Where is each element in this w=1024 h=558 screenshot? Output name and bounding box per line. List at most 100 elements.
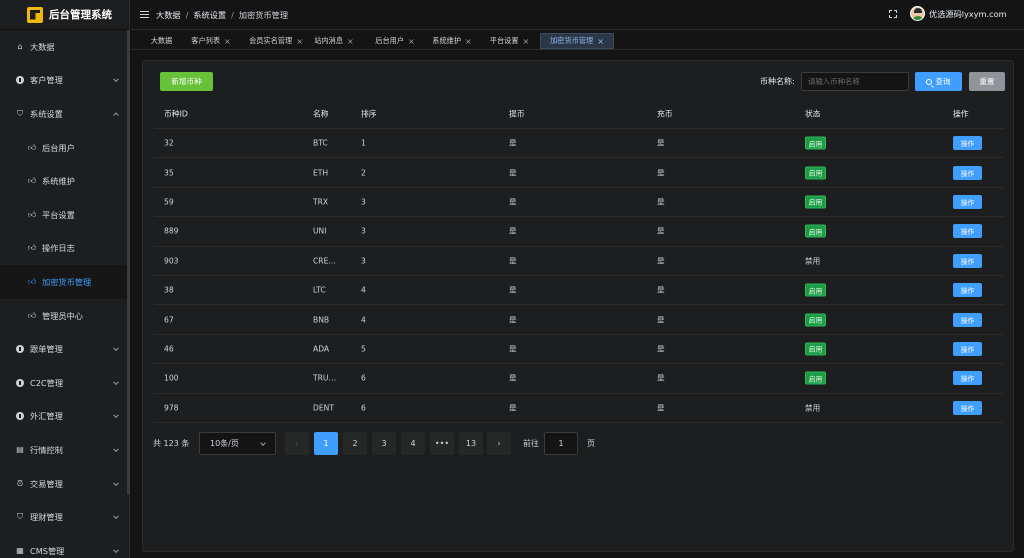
cell-deposit: 是 <box>657 197 665 207</box>
operate-button[interactable]: 操作 <box>953 253 982 268</box>
sidebar-item-label: 系统设置 <box>30 108 63 119</box>
table-row: 903 CRE… 3 是 是 禁用 操作 <box>154 247 1004 276</box>
sidebar-item-label: CMS管理 <box>30 545 65 556</box>
user-name[interactable]: 优选源码lyxym.com <box>929 8 1007 20</box>
cell-name: UNI <box>313 226 327 236</box>
sidebar-item[interactable]: 👍︎ 后台用户 <box>0 131 129 165</box>
cell-deposit: 是 <box>657 256 665 266</box>
cell-sort: 6 <box>361 373 366 383</box>
tags-bar: 大数据 客户列表 × 会员实名管理 × 站内消息 × 后台用户 × 系统维护 × 平台设置 × 加密货币管… <box>131 30 1024 50</box>
operate-button[interactable]: 操作 <box>953 165 982 180</box>
thumb-icon: 👍︎ <box>27 243 37 253</box>
tab[interactable]: 平台设置 × <box>485 33 534 49</box>
sidebar-item[interactable]: 外汇管理 <box>0 400 129 434</box>
sidebar-item[interactable]: 客户管理 <box>0 64 129 98</box>
breadcrumb-item[interactable]: 大数据 <box>156 9 181 21</box>
sidebar-item-label: C2C管理 <box>30 377 64 388</box>
operate-button[interactable]: 操作 <box>953 224 982 239</box>
next-page-button[interactable]: › <box>487 432 511 455</box>
user-menu[interactable]: 优选源码lyxym.com <box>910 6 1007 21</box>
sidebar-item[interactable]: ▤ 行情控制 <box>0 433 129 467</box>
sidebar-item[interactable]: ⏰︎ 交易管理 <box>0 467 129 501</box>
page-button[interactable]: 1 <box>314 432 338 455</box>
search-icon <box>926 78 933 85</box>
calendar-icon: ▤ <box>16 445 24 455</box>
cell-withdraw: 是 <box>509 197 517 207</box>
cell-sort: 3 <box>361 197 366 207</box>
sidebar-item[interactable]: C2C管理 <box>0 366 129 400</box>
cell-id: 46 <box>164 344 174 354</box>
operate-button[interactable]: 操作 <box>953 341 982 356</box>
reset-button[interactable]: 重置 <box>969 72 1005 91</box>
cell-deposit: 是 <box>657 226 665 236</box>
sidebar-item[interactable]: 👍︎ 操作日志 <box>0 232 129 266</box>
chevron-down-icon <box>260 440 266 446</box>
goto-page-input[interactable] <box>544 432 578 455</box>
cell-withdraw: 是 <box>509 344 517 354</box>
menu-toggle-icon[interactable] <box>140 11 149 18</box>
close-icon[interactable]: × <box>224 37 231 46</box>
chevron-down-icon <box>113 513 119 520</box>
tab[interactable]: 大数据 <box>142 33 181 49</box>
column-header: 币种ID <box>164 109 188 119</box>
cell-id: 889 <box>164 226 179 236</box>
sidebar-scrollbar[interactable] <box>127 30 130 495</box>
operate-button[interactable]: 操作 <box>953 283 982 298</box>
operate-button[interactable]: 操作 <box>953 136 982 151</box>
status-badge: 启用 <box>805 166 826 180</box>
thumb-icon: 👍︎ <box>27 276 37 286</box>
page-size-select[interactable]: 10条/页 <box>199 432 276 455</box>
close-icon[interactable]: × <box>408 37 415 46</box>
page-button[interactable]: 2 <box>343 432 367 455</box>
sidebar-item[interactable]: 👍︎ 平台设置 <box>0 198 129 232</box>
top-header: 大数据 / 系统设置 / 加密货币管理 优选源码lyxym.com <box>131 0 1024 30</box>
sidebar-item[interactable]: ▦ CMS管理 <box>0 534 129 558</box>
sidebar-item[interactable]: 👍︎ 加密货币管理 <box>0 265 129 299</box>
page-button[interactable]: 13 <box>459 432 483 455</box>
tab[interactable]: 系统维护 × <box>427 33 477 49</box>
sidebar-item[interactable]: 跟单管理 <box>0 332 129 366</box>
sidebar-menu: ⌂ 大数据 客户管理 ⛉ 系统设置 👍︎ 后台用户 👍︎ 系统维护 👍︎ 平台设置 👍︎ 操作日志 👍︎ 加… <box>0 30 129 558</box>
add-currency-button[interactable]: 新增币种 <box>160 72 213 91</box>
avatar[interactable] <box>910 6 925 21</box>
page-button[interactable]: 4 <box>401 432 425 455</box>
close-icon[interactable]: × <box>465 37 472 46</box>
fullscreen-icon[interactable] <box>889 10 897 18</box>
app-title: 后台管理系统 <box>49 9 112 21</box>
more-pages-button[interactable]: ••• <box>430 432 454 455</box>
sidebar-item-label: 管理员中心 <box>42 310 83 321</box>
sidebar-item[interactable]: 👍︎ 系统维护 <box>0 164 129 198</box>
operate-button[interactable]: 操作 <box>953 371 982 386</box>
prev-page-button[interactable]: ‹ <box>285 432 309 455</box>
tab[interactable]: 客户列表 × <box>183 33 239 49</box>
cell-sort: 3 <box>361 226 366 236</box>
currency-name-input[interactable] <box>801 72 909 91</box>
close-icon[interactable]: × <box>296 37 303 46</box>
sidebar-item[interactable]: ⛉ 理财管理 <box>0 500 129 534</box>
close-icon[interactable]: × <box>523 37 530 46</box>
sidebar-item[interactable]: ⌂ 大数据 <box>0 30 129 64</box>
query-button[interactable]: 查询 <box>915 72 962 91</box>
breadcrumb-current: 加密货币管理 <box>238 9 289 20</box>
operate-button[interactable]: 操作 <box>953 400 982 415</box>
page-button[interactable]: 3 <box>372 432 396 455</box>
circle-icon <box>15 411 25 421</box>
sidebar-item[interactable]: 👍︎ 管理员中心 <box>0 299 129 333</box>
close-icon[interactable]: × <box>597 37 604 46</box>
cell-withdraw: 是 <box>509 226 517 236</box>
status-badge: 启用 <box>805 342 826 356</box>
tab[interactable]: 会员实名管理 × <box>242 33 310 49</box>
table-row: 59 TRX 3 是 是 启用 操作 <box>154 188 1004 218</box>
currency-table: 币种ID 名称 排序 提币 充币 状态 操作 32 BTC 1 是是启用 操作 35 ETH 2 是是启用 操作… <box>154 100 1004 423</box>
close-icon[interactable]: × <box>347 37 354 46</box>
sidebar-item[interactable]: ⛉ 系统设置 <box>0 97 129 131</box>
tab[interactable]: 加密货币管理 × <box>540 33 614 49</box>
cell-name: TRU… <box>313 373 337 383</box>
tab[interactable]: 后台用户 × <box>370 33 420 49</box>
operate-button[interactable]: 操作 <box>953 194 982 209</box>
breadcrumb-item[interactable]: 系统设置 <box>193 9 226 21</box>
operate-button[interactable]: 操作 <box>953 312 982 327</box>
thumb-icon: 👍︎ <box>27 176 37 186</box>
sidebar-item-label: 行情控制 <box>30 444 63 455</box>
tab[interactable]: 站内消息 × <box>313 33 355 49</box>
